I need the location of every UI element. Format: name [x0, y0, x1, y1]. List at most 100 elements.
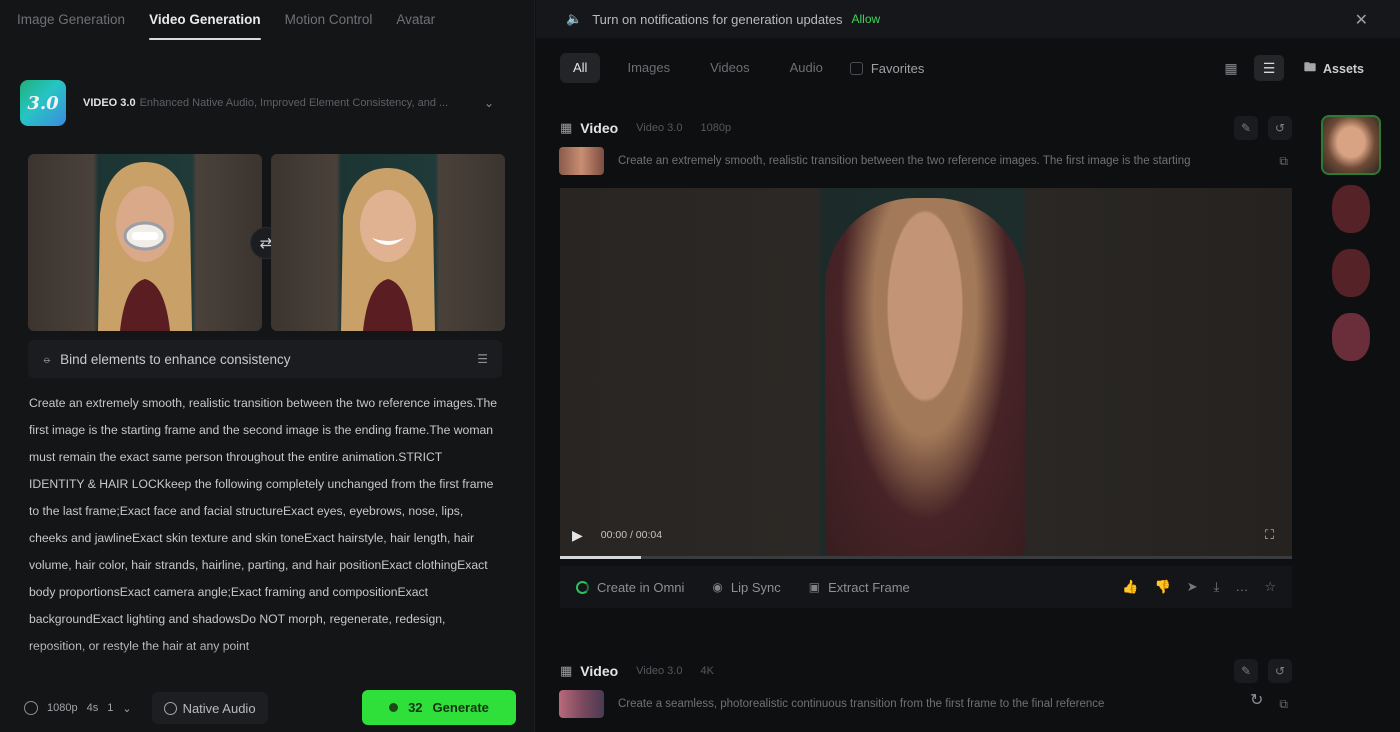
- thumbnail-face: [1332, 313, 1370, 361]
- extract-frame-button[interactable]: ▣ Extract Frame: [809, 580, 910, 595]
- start-frame-figure: [98, 162, 192, 331]
- assets-label: Assets: [1323, 61, 1365, 76]
- history-thumbnail[interactable]: [1321, 307, 1381, 367]
- bind-elements-bar[interactable]: ⦵ Bind elements to enhance consistency ☰: [28, 340, 502, 378]
- copy-icon[interactable]: ⧉: [1279, 154, 1288, 169]
- start-frame-image[interactable]: [28, 154, 262, 331]
- tab-motion-control[interactable]: Motion Control: [285, 0, 373, 42]
- card-resolution: 4K: [700, 665, 714, 677]
- lip-sync-button[interactable]: ◉ Lip Sync: [712, 580, 780, 595]
- chevron-down-icon[interactable]: ⌄: [484, 96, 494, 110]
- star-icon[interactable]: ☆: [1264, 579, 1276, 595]
- filter-images[interactable]: Images: [614, 53, 683, 83]
- tab-image-generation[interactable]: Image Generation: [17, 0, 125, 42]
- filter-videos[interactable]: Videos: [697, 53, 763, 83]
- loading-spinner-icon: ↻: [1250, 692, 1264, 709]
- fullscreen-icon[interactable]: ⛶: [1265, 527, 1274, 543]
- video-time: 00:00 / 00:04: [600, 529, 663, 541]
- frame-icon: ▣: [808, 580, 821, 594]
- generate-cost: 32: [408, 700, 423, 715]
- filter-all[interactable]: All: [560, 53, 601, 83]
- reference-thumbnails[interactable]: [559, 147, 604, 175]
- card-header: ▦ Video Video 3.0 1080p ✎ ↺: [554, 114, 1296, 142]
- video-player[interactable]: [560, 188, 1292, 557]
- video-action-bar: Create in Omni ◉ Lip Sync ▣ Extract Fram…: [560, 566, 1292, 608]
- settings-selector[interactable]: 1080p 4s 1 ⌄: [24, 701, 132, 715]
- notification-text: Turn on notifications for generation upd…: [592, 11, 843, 27]
- settings-icon: [24, 701, 38, 715]
- generation-card: ▦ Video Video 3.0 4K ✎ ↺ Create a seamle…: [554, 657, 1296, 719]
- thumbs-up-icon[interactable]: 👍: [1122, 579, 1138, 595]
- create-in-omni-button[interactable]: Create in Omni: [576, 580, 684, 595]
- copy-icon[interactable]: ⧉: [1279, 697, 1288, 712]
- thumbs-down-icon[interactable]: 👎: [1155, 579, 1171, 595]
- film-icon: ▦: [560, 663, 573, 678]
- bind-elements-label: Bind elements to enhance consistency: [60, 351, 291, 367]
- native-audio-label: Native Audio: [182, 700, 256, 716]
- generate-label: Generate: [432, 700, 489, 715]
- card-prompt-text: Create a seamless, photorealistic contin…: [618, 698, 1105, 710]
- more-icon[interactable]: …: [1235, 579, 1248, 595]
- chevron-down-icon: ⌄: [122, 702, 132, 715]
- history-thumbnail[interactable]: [1321, 179, 1381, 239]
- left-panel: Image Generation Video Generation Motion…: [0, 0, 535, 732]
- count-value: 1: [107, 702, 114, 714]
- film-icon: ▦: [560, 120, 573, 135]
- native-audio-toggle[interactable]: Native Audio: [151, 692, 268, 724]
- end-frame-figure: [341, 168, 435, 331]
- folder-icon: 🖿: [1304, 60, 1317, 74]
- prompt-textarea[interactable]: Create an extremely smooth, realistic tr…: [29, 390, 499, 672]
- edit-icon[interactable]: ✎: [1234, 116, 1258, 140]
- regenerate-icon[interactable]: ↺: [1268, 116, 1292, 140]
- asset-filters: All Images Videos Audio Favorites: [560, 53, 924, 83]
- card-model: Video 3.0: [636, 665, 683, 677]
- regenerate-icon[interactable]: ↺: [1268, 659, 1292, 683]
- create-in-omni-label: Create in Omni: [597, 579, 685, 595]
- history-thumbnail[interactable]: [1321, 115, 1381, 175]
- card-prompt-text: Create an extremely smooth, realistic tr…: [618, 155, 1191, 167]
- notification-bar: 🔈 Turn on notifications for generation u…: [536, 0, 1400, 38]
- tab-avatar[interactable]: Avatar: [396, 0, 435, 42]
- reference-frames: ⇄: [28, 154, 505, 331]
- favorites-label: Favorites: [870, 60, 925, 76]
- allow-notifications-link[interactable]: Allow: [851, 12, 880, 26]
- extract-frame-label: Extract Frame: [828, 579, 910, 595]
- play-icon[interactable]: ▶: [572, 527, 583, 544]
- reference-thumbnails[interactable]: [559, 690, 604, 718]
- sliders-icon[interactable]: ☰: [477, 352, 488, 366]
- view-toggle: ▦ ☰: [1216, 55, 1284, 81]
- end-frame-image[interactable]: [271, 154, 505, 331]
- model-description: Enhanced Native Audio, Improved Element …: [139, 97, 449, 109]
- assets-button[interactable]: 🖿 Assets: [1304, 58, 1364, 79]
- tab-video-generation[interactable]: Video Generation: [149, 0, 261, 42]
- card-model: Video 3.0: [636, 122, 683, 134]
- grid-icon[interactable]: ▦: [1216, 55, 1246, 81]
- card-prompt-row: Create a seamless, photorealistic contin…: [554, 689, 1296, 719]
- close-icon[interactable]: ✕: [1355, 10, 1368, 30]
- download-icon[interactable]: ⤓: [1214, 579, 1220, 595]
- card-title: Video: [580, 120, 619, 136]
- card-actions: ✎ ↺: [1234, 116, 1292, 140]
- edit-icon[interactable]: ✎: [1234, 659, 1258, 683]
- video-progress-fill: [560, 556, 641, 559]
- radio-icon: [163, 701, 177, 715]
- history-thumbnail[interactable]: [1321, 243, 1381, 303]
- card-header: ▦ Video Video 3.0 4K ✎ ↺: [554, 657, 1296, 685]
- filter-audio[interactable]: Audio: [777, 53, 836, 83]
- mode-tabs: Image Generation Video Generation Motion…: [0, 0, 535, 42]
- card-resolution: 1080p: [700, 122, 732, 134]
- card-title: Video: [580, 663, 619, 679]
- generation-options-bar: 1080p 4s 1 ⌄ Native Audio 32 Generate: [0, 684, 535, 732]
- resolution-value: 1080p: [47, 702, 78, 714]
- model-badge: 3.0: [20, 80, 66, 126]
- video-progress-bar[interactable]: [560, 556, 1292, 559]
- model-selector[interactable]: 3.0 VIDEO 3.0 Enhanced Native Audio, Imp…: [20, 80, 502, 126]
- omni-icon: [576, 580, 589, 594]
- model-name: VIDEO 3.0: [83, 97, 136, 109]
- favorites-checkbox[interactable]: Favorites: [849, 60, 925, 76]
- list-icon[interactable]: ☰: [1254, 55, 1284, 81]
- generate-button[interactable]: 32 Generate: [362, 690, 516, 725]
- share-icon[interactable]: ➤: [1187, 579, 1198, 595]
- thumbnail-face: [1332, 249, 1370, 297]
- eye-icon: ◉: [712, 580, 723, 594]
